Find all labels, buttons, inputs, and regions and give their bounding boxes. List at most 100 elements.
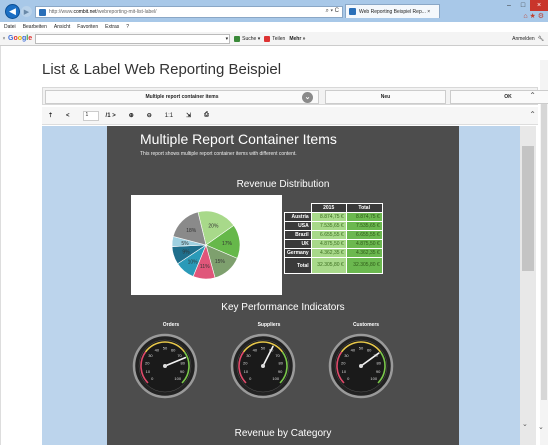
wrench-icon[interactable]: 🔧︎ xyxy=(538,36,544,42)
page-number-input[interactable]: 1 xyxy=(82,110,99,121)
gauge-tick-label: 50 xyxy=(359,346,364,351)
browser-toolbar-icons[interactable]: ⌂ ★ ⚙ xyxy=(523,12,544,20)
google-search-input[interactable]: ▾ xyxy=(35,33,231,44)
report-select[interactable]: Multiple report container items ⌄ xyxy=(45,90,319,104)
gauge-label-suppliers: Suppliers xyxy=(257,322,281,328)
section-revenue-distribution: Revenue Distribution xyxy=(236,179,330,190)
total-cell: 6.655,55 € xyxy=(345,230,383,240)
address-tools-icon[interactable]: ⌕ ▾ C xyxy=(325,8,339,15)
viewer-scroll-up-icon[interactable]: ⌃ xyxy=(529,110,536,119)
pie-chart-svg: 20% 17% 15% 11%10% 9% 5% 18% xyxy=(171,210,241,280)
menu-ansicht[interactable]: Ansicht xyxy=(54,24,70,30)
share-icon xyxy=(264,35,271,42)
gauge-tick-label: 50 xyxy=(163,346,168,351)
viewer-scrollbar-thumb[interactable] xyxy=(522,146,534,271)
signin-button[interactable]: Anmelden 🔧︎ xyxy=(512,36,544,42)
gauge-tick-label: 10 xyxy=(244,369,249,374)
table-row: USA 7.535,65 €7.535,65 € xyxy=(284,221,383,231)
gauge-hub xyxy=(163,364,167,368)
scroll-up-icon[interactable]: ⌃ xyxy=(529,91,536,100)
google-logo: Google xyxy=(8,35,33,42)
share-label: Teilen xyxy=(272,35,286,42)
gauge-suppliers: 0102030405060708090100 xyxy=(230,333,296,399)
total-cell: 7.535,65 € xyxy=(345,221,383,231)
gauge-tick-label: 90 xyxy=(278,369,283,374)
table-header-row: 2015 Total xyxy=(285,203,383,213)
pie-slice-label: 17% xyxy=(222,241,233,247)
section-revenue-by-category: Revenue by Category xyxy=(234,428,332,439)
maximize-button[interactable]: □ xyxy=(516,0,530,11)
google-toolbar-close-icon[interactable]: × xyxy=(0,36,8,42)
pie-slice-label: 18% xyxy=(186,228,197,234)
page-scrollbar-thumb[interactable] xyxy=(541,95,547,400)
page-scroll-down-icon[interactable]: ⌄ xyxy=(538,423,544,431)
previous-page-icon[interactable]: < xyxy=(66,113,70,119)
table-row: Austria 8.874,75 €8.874,75 € xyxy=(284,212,383,222)
close-window-button[interactable]: × xyxy=(530,0,548,11)
search-icon xyxy=(234,35,241,42)
revenue-table: 2015 Total Austria 8.874,75 €8.874,75 € U… xyxy=(284,203,383,274)
browser-tab[interactable]: Web Reporting Beispiel Rep... × xyxy=(345,4,440,18)
chevron-down-icon[interactable]: ▾ xyxy=(226,36,229,42)
menu-bar: Datei Bearbeiten Ansicht Favoriten Extra… xyxy=(0,22,548,32)
address-bar[interactable]: http://www. combit.net/webreporting-mit-l… xyxy=(35,6,343,18)
gauge-customers: 0102030405060708090100 xyxy=(328,333,394,399)
zoom-out-icon[interactable]: ⊖ xyxy=(147,112,152,119)
country-cell: Brazil xyxy=(284,230,312,240)
chevron-down-icon[interactable]: ⌄ xyxy=(302,92,313,103)
country-cell: Total xyxy=(284,257,312,274)
url-domain: combit.net xyxy=(73,9,97,15)
gauge-hub xyxy=(261,364,265,368)
report-selector-row: Multiple report container items ⌄ Neu OK xyxy=(42,87,548,105)
tab-favicon-icon xyxy=(349,8,356,15)
zoom-in-icon[interactable]: ⊕ xyxy=(129,112,134,119)
gauge-tick-label: 100 xyxy=(272,376,279,381)
menu-favoriten[interactable]: Favoriten xyxy=(77,24,98,30)
new-button[interactable]: Neu xyxy=(325,90,446,104)
menu-help[interactable]: ? xyxy=(126,24,129,30)
value-cell: 4.362,35 € xyxy=(310,248,347,258)
gauge-tick-label: 60 xyxy=(171,347,176,352)
value-cell: 8.874,75 € xyxy=(310,212,347,222)
table-row: UK 4.875,50 €4.875,50 € xyxy=(284,239,383,249)
page-title: List & Label Web Reporting Beispiel xyxy=(42,61,282,78)
value-cell: 7.535,65 € xyxy=(310,221,347,231)
table-row: Brazil 6.655,55 €6.655,55 € xyxy=(284,230,383,240)
browser-titlebar: ◀ ▶ http://www. combit.net/webreporting-m… xyxy=(0,0,548,22)
export-icon[interactable]: ⇲ xyxy=(186,112,191,119)
tab-title: Web Reporting Beispiel Rep... × xyxy=(359,8,431,15)
google-toolbar: × Google ▾ Suche ▾ Teilen Mehr » Anmelde… xyxy=(0,32,548,46)
url-path: /webreporting-mit-list-label/ xyxy=(96,9,157,15)
menu-extras[interactable]: Extras xyxy=(105,24,119,30)
gauge-label-orders: Orders xyxy=(162,322,180,328)
forward-button[interactable]: ▶ xyxy=(21,6,32,17)
gauge-tick-label: 70 xyxy=(177,353,182,358)
gauge-tick-label: 10 xyxy=(342,369,347,374)
share-button[interactable]: Teilen xyxy=(264,35,286,42)
menu-bearbeiten[interactable]: Bearbeiten xyxy=(23,24,47,30)
more-button[interactable]: Mehr » xyxy=(289,36,305,42)
gauge-tick-label: 30 xyxy=(344,353,349,358)
page-total[interactable]: /1 > xyxy=(106,113,116,119)
gauge-tick-label: 70 xyxy=(275,353,280,358)
gauge-label-customers: Customers xyxy=(352,322,380,328)
table-header xyxy=(285,204,312,213)
viewer-scroll-down-icon[interactable]: ⌄ xyxy=(522,420,528,428)
report-title: Multiple Report Container Items xyxy=(140,131,337,147)
back-button[interactable]: ◀ xyxy=(5,4,20,19)
pie-slice-label: 5% xyxy=(181,241,189,247)
gauge-tick-label: 80 xyxy=(181,361,186,366)
minimize-button[interactable]: – xyxy=(502,0,516,11)
google-search-button[interactable]: Suche ▾ xyxy=(234,35,261,42)
gauge-tick-label: 100 xyxy=(174,376,181,381)
zoom-reset-button[interactable]: 1:1 xyxy=(165,113,173,119)
first-page-icon[interactable]: ⇡ xyxy=(48,112,53,119)
country-cell: Germany xyxy=(284,248,312,258)
gauge-tick-label: 60 xyxy=(367,347,372,352)
print-icon[interactable]: ⎙ xyxy=(204,112,209,119)
section-key-performance-indicators: Key Performance Indicators xyxy=(221,302,345,313)
google-search-label: Suche ▾ xyxy=(242,35,261,42)
menu-datei[interactable]: Datei xyxy=(4,24,16,30)
gauge-tick-label: 30 xyxy=(246,353,251,358)
gauge-tick-label: 80 xyxy=(377,361,382,366)
